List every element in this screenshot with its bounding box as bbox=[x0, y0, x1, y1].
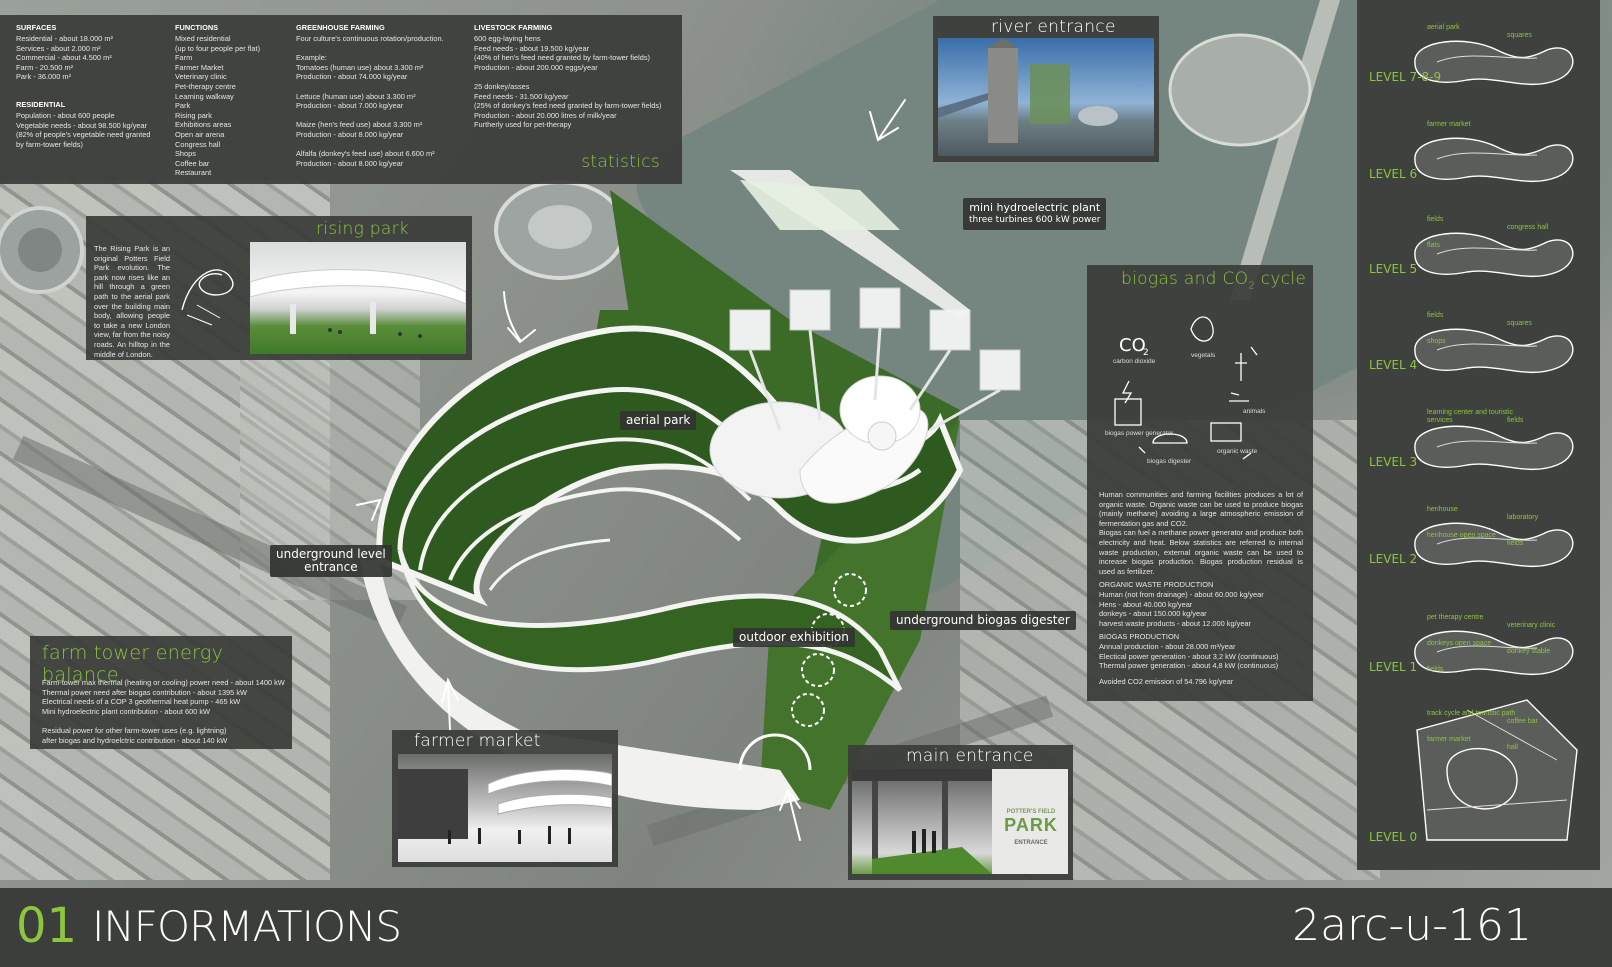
level-sketch-6 bbox=[1414, 630, 1574, 676]
biogas-title-suffix: cycle bbox=[1255, 269, 1307, 289]
level-note: fields bbox=[1507, 540, 1524, 547]
vegetals-label: vegetals bbox=[1191, 352, 1216, 359]
co2-sub-text: 2 bbox=[1143, 348, 1149, 358]
level-label-2: LEVEL 5 bbox=[1369, 262, 1418, 276]
co2-label: carbon dioxide bbox=[1113, 358, 1156, 365]
level-note: learning center and touristic services bbox=[1427, 409, 1513, 424]
generator-icon bbox=[1114, 398, 1142, 426]
organic-waste-label: organic waste bbox=[1217, 448, 1257, 455]
main-entrance-panel: main entrance POTTER'S FIELD PARK ENTRAN… bbox=[848, 745, 1073, 880]
farmer-market-panel: farmer market entrance bbox=[392, 730, 618, 867]
biogas-title-prefix: biogas and CO bbox=[1121, 269, 1249, 289]
level-sketch-0 bbox=[1414, 40, 1574, 86]
level-label-7: LEVEL 0 bbox=[1369, 830, 1418, 844]
biogas-cycle-diagram: CO 2 carbon dioxide vegetals animals org… bbox=[1105, 316, 1266, 465]
organic-waste-lines: Human (not from drainage) - about 60.000… bbox=[1099, 590, 1264, 628]
level-note: fields bbox=[1507, 417, 1524, 424]
lightning-icon bbox=[1121, 380, 1133, 404]
avoided-co2: Avoided CO2 emission of 54.796 kg/year bbox=[1099, 677, 1234, 686]
main-entrance-render: POTTER'S FIELD PARK ENTRANCE bbox=[852, 769, 1068, 874]
organic-waste-icon bbox=[1210, 422, 1242, 442]
biogas-title-sub: 2 bbox=[1248, 280, 1256, 292]
main-entrance-title: main entrance bbox=[906, 746, 1034, 766]
level-note: aerial park bbox=[1427, 24, 1460, 31]
level-label-1: LEVEL 6 bbox=[1369, 167, 1418, 181]
level-note: henhouse bbox=[1427, 506, 1458, 513]
level-label-4: LEVEL 3 bbox=[1369, 455, 1418, 469]
level-note: farmer market bbox=[1427, 121, 1471, 128]
level-note: fields bbox=[1427, 312, 1444, 319]
co2-text: CO bbox=[1119, 335, 1146, 356]
levels-column: LEVEL 7-8-9 aerial park squares LEVEL 6 farm… bbox=[1357, 0, 1600, 870]
level-note: fields bbox=[1427, 216, 1444, 223]
park-sign-line3: ENTRANCE bbox=[1014, 840, 1048, 846]
generator-label: biogas power generator bbox=[1105, 430, 1174, 437]
level-label-5: LEVEL 2 bbox=[1369, 552, 1418, 566]
level-note: laboratory bbox=[1507, 514, 1539, 521]
board: SURFACES Residential - about 18.000 m² S… bbox=[0, 0, 1612, 967]
level-note: pet therapy centre bbox=[1427, 614, 1484, 621]
footer-title: INFORMATIONS bbox=[92, 902, 402, 951]
organic-waste-heading: ORGANIC WASTE PRODUCTION bbox=[1099, 580, 1214, 589]
level-note: coffee bar bbox=[1507, 718, 1539, 725]
level-label-0: LEVEL 7-8-9 bbox=[1369, 70, 1442, 84]
footer: 01 INFORMATIONS 2arc-u-161 bbox=[0, 888, 1612, 967]
biogas-panel: biogas and CO2 cycle CO 2 carbon dioxide… bbox=[1087, 265, 1313, 701]
level-sketch-3 bbox=[1414, 328, 1574, 374]
level-note: donkey stable bbox=[1507, 648, 1551, 655]
animals-label: animals bbox=[1243, 408, 1266, 415]
level-note: shops bbox=[1427, 338, 1446, 345]
farmer-market-render bbox=[398, 754, 612, 862]
level-note: donkeys open space bbox=[1427, 640, 1492, 647]
level-note: farmer market bbox=[1427, 736, 1471, 743]
level-note: squares bbox=[1507, 32, 1532, 39]
animals-icon bbox=[1235, 353, 1247, 381]
level-label-3: LEVEL 4 bbox=[1369, 358, 1418, 372]
digester-label: biogas digester bbox=[1147, 458, 1192, 465]
level-note: hall bbox=[1507, 744, 1518, 751]
hen-icon bbox=[1229, 392, 1249, 402]
level-note: squares bbox=[1507, 320, 1532, 327]
footer-code: 2arc-u-161 bbox=[1292, 900, 1532, 951]
level-sketch-5 bbox=[1414, 522, 1574, 568]
energy-lines: Farm-tower max thermal (heating or cooli… bbox=[42, 678, 285, 745]
energy-balance-panel: farm tower energy balance Farm-tower max… bbox=[30, 636, 292, 749]
level-note: henhouse open space bbox=[1427, 532, 1496, 539]
park-sign-line2: PARK bbox=[1004, 815, 1058, 835]
biogas-title: biogas and CO2 cycle bbox=[1121, 269, 1306, 291]
biogas-production-heading: BIOGAS PRODUCTION bbox=[1099, 632, 1180, 641]
level-note: fields bbox=[1427, 666, 1444, 673]
footer-number: 01 bbox=[16, 898, 78, 954]
level-sketch-2 bbox=[1414, 232, 1574, 278]
level-sketch-1 bbox=[1414, 137, 1574, 183]
biogas-paragraph: Human communities and farming facilities… bbox=[1099, 490, 1303, 576]
city-hall-dome bbox=[1168, 33, 1312, 147]
biogas-production-lines: Annual production - about 28.000 m³/year… bbox=[1099, 642, 1279, 671]
vegetals-icon bbox=[1190, 316, 1214, 342]
level-label-6: LEVEL 1 bbox=[1369, 660, 1418, 674]
level-note: track cycle and touristic path bbox=[1427, 710, 1516, 717]
park-sign: POTTER'S FIELD PARK ENTRANCE bbox=[996, 809, 1066, 846]
level-note: veterinary clinic bbox=[1507, 622, 1556, 629]
level-note: congress hall bbox=[1507, 224, 1549, 231]
level-note: flats bbox=[1427, 242, 1440, 249]
